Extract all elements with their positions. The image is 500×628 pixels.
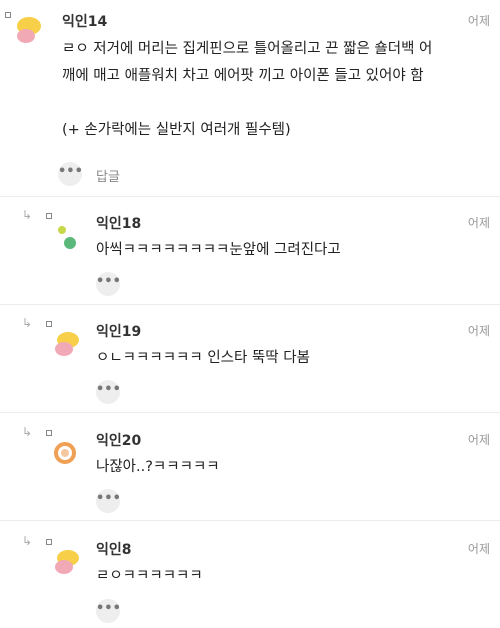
more-options-button[interactable]: ••• bbox=[58, 162, 83, 186]
comment-author[interactable]: 익인19 bbox=[96, 321, 141, 341]
comment-time: 어제 bbox=[467, 542, 490, 556]
comment-time: 어제 bbox=[467, 324, 490, 338]
comment-marker-icon bbox=[46, 539, 52, 545]
comment-text: ㅇㄴㅋㅋㅋㅋㅋㅋ 인스타 뚝딱 다봄 bbox=[96, 350, 310, 366]
reply-arrow-icon: ↳ bbox=[22, 534, 33, 548]
orange-ring-icon bbox=[54, 442, 76, 464]
green-dots-icon bbox=[58, 226, 76, 249]
comment-marker-icon bbox=[46, 321, 52, 327]
reply-arrow-icon: ↳ bbox=[22, 425, 33, 439]
more-options-button[interactable]: ••• bbox=[96, 599, 121, 623]
comment-author[interactable]: 익인14 bbox=[62, 11, 107, 31]
comment-author[interactable]: 익인20 bbox=[96, 430, 141, 450]
comment-author[interactable]: 익인18 bbox=[96, 213, 141, 233]
comment-time: 어제 bbox=[467, 433, 490, 447]
comment-marker-icon bbox=[5, 12, 11, 18]
reply-button[interactable]: 답글 bbox=[96, 166, 120, 185]
comment-marker-icon bbox=[46, 430, 52, 436]
reply-comment: ↳ 익인8 어제 ㄹㅇㅋㅋㅋㅋㅋㅋ ••• bbox=[0, 521, 500, 628]
more-options-button[interactable]: ••• bbox=[96, 272, 121, 296]
comment-text: ㄹㅇㅋㅋㅋㅋㅋㅋ bbox=[96, 568, 203, 584]
comment-text: 나잖아..?ㅋㅋㅋㅋㅋ bbox=[96, 459, 220, 475]
comment-author[interactable]: 익인8 bbox=[96, 539, 132, 559]
reply-arrow-icon: ↳ bbox=[22, 208, 33, 222]
more-options-button[interactable]: ••• bbox=[96, 380, 121, 404]
reply-comment: ↳ 익인20 어제 나잖아..?ㅋㅋㅋㅋㅋ ••• bbox=[0, 413, 500, 520]
yellow-pink-blob-icon bbox=[17, 17, 41, 43]
comment-text: 아씩ㅋㅋㅋㅋㅋㅋㅋㅋ눈앞에 그려진다고 bbox=[96, 242, 341, 258]
yellow-pink-blob-icon bbox=[55, 550, 79, 574]
comment-marker-icon bbox=[46, 213, 52, 219]
comment-text: ㄹㅇ 저거에 머리는 집게핀으로 틀어올리고 끈 짧은 숄더백 어 깨에 매고 … bbox=[62, 41, 433, 138]
more-options-button[interactable]: ••• bbox=[96, 489, 121, 513]
reply-comment: ↳ 익인19 어제 ㅇㄴㅋㅋㅋㅋㅋㅋ 인스타 뚝딱 다봄 ••• bbox=[0, 305, 500, 412]
reply-arrow-icon: ↳ bbox=[22, 316, 33, 330]
comment-parent: 익인14 어제 ㄹㅇ 저거에 머리는 집게핀으로 틀어올리고 끈 짧은 숄더백 … bbox=[0, 0, 500, 196]
comment-time: 어제 bbox=[467, 14, 490, 28]
comment-time: 어제 bbox=[467, 216, 490, 230]
reply-comment: ↳ 익인18 어제 아씩ㅋㅋㅋㅋㅋㅋㅋㅋ눈앞에 그려진다고 ••• bbox=[0, 197, 500, 304]
yellow-pink-blob-icon bbox=[55, 332, 79, 356]
